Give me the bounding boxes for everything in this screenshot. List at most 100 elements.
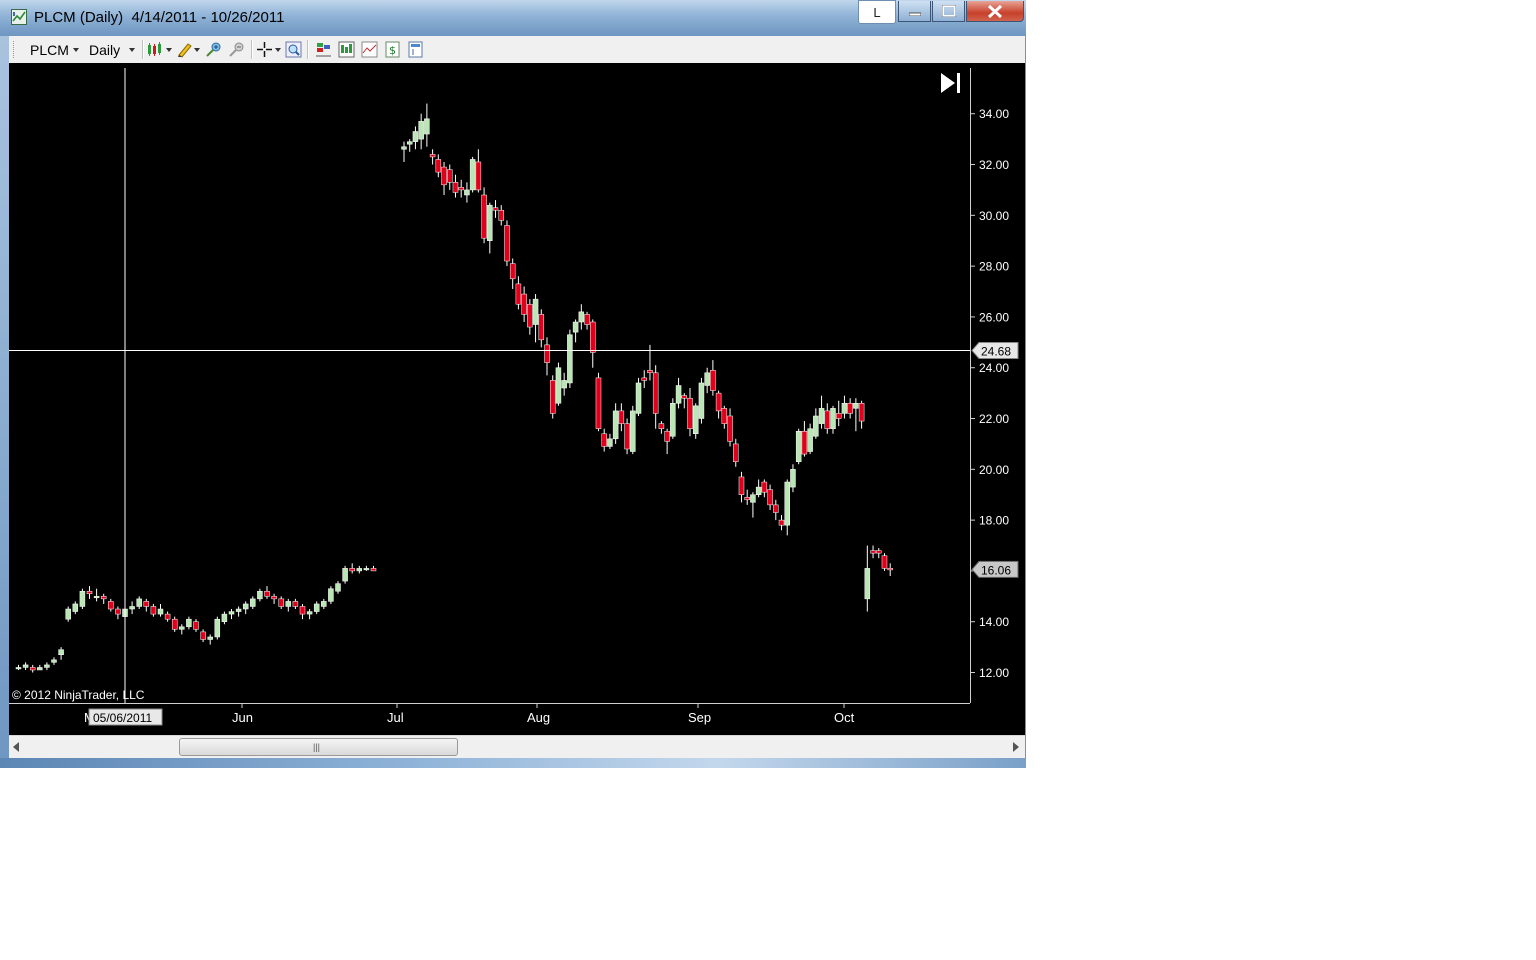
candle-body — [306, 611, 313, 615]
app-window: PLCM (Daily) 4/14/2011 - 10/26/2011 L PL… — [0, 0, 1026, 768]
candle-body — [670, 403, 676, 437]
l-button[interactable]: L — [858, 0, 896, 24]
candle-body — [424, 118, 430, 135]
window-frame-bottom — [0, 758, 1026, 768]
candle-body — [710, 370, 716, 391]
candle-body — [784, 481, 790, 526]
candle-body — [235, 608, 242, 612]
x-tick-label: Sep — [688, 710, 711, 725]
zoom-out-icon[interactable] — [228, 41, 245, 58]
candle-body — [321, 601, 327, 607]
candle-body — [349, 568, 355, 572]
magnifier-icon[interactable] — [285, 41, 302, 58]
candle-body — [292, 601, 299, 607]
last-price-label: 16.06 — [981, 563, 1011, 577]
candle-body — [509, 263, 516, 280]
dollar-icon[interactable]: $ — [384, 41, 401, 58]
scroll-thumb[interactable]: ||| — [179, 738, 458, 756]
candle-body — [601, 433, 607, 447]
crosshair-dropdown-icon[interactable] — [275, 48, 281, 52]
minimize-button[interactable] — [898, 1, 931, 22]
drawing-tools-dropdown-icon[interactable] — [194, 48, 200, 52]
strategies-icon[interactable] — [315, 41, 332, 58]
candle-body — [313, 603, 320, 612]
y-tick-label: 22.00 — [979, 412, 1009, 426]
toolbar-grip[interactable] — [13, 41, 16, 58]
instrument-dropdown-icon[interactable] — [73, 48, 79, 52]
zoom-in-icon[interactable] — [205, 41, 222, 58]
scroll-left-arrow-icon[interactable] — [13, 742, 19, 752]
indicators-icon[interactable] — [338, 41, 355, 58]
y-tick-label: 30.00 — [979, 209, 1009, 223]
candle-body — [207, 636, 213, 640]
crosshair-icon[interactable] — [256, 41, 273, 58]
price-chart[interactable]: 12.0014.0016.0018.0020.0022.0024.0026.00… — [9, 63, 1025, 735]
candle-body — [818, 408, 825, 424]
candle-body — [441, 166, 447, 186]
title-bar[interactable]: PLCM (Daily) 4/14/2011 - 10/26/2011 L — [0, 0, 1026, 36]
candle-body — [561, 380, 567, 389]
candle-body — [841, 403, 848, 414]
interval-selector[interactable]: Daily — [89, 42, 120, 58]
toolbar-separator — [307, 40, 309, 59]
candle-body — [115, 608, 121, 615]
scroll-right-arrow-icon[interactable] — [1013, 742, 1019, 752]
y-tick-label: 28.00 — [979, 260, 1009, 274]
candle-body — [406, 141, 413, 145]
interval-dropdown-icon[interactable] — [129, 48, 135, 52]
chart-style-dropdown-icon[interactable] — [166, 48, 172, 52]
copyright-text: © 2012 NinjaTrader, LLC — [12, 688, 145, 702]
instrument-selector[interactable]: PLCM — [30, 42, 69, 58]
candle-body — [641, 377, 647, 381]
candle-body — [687, 397, 693, 429]
candle-body — [214, 618, 221, 638]
candle-body — [807, 428, 813, 452]
crosshair-price-label: 24.68 — [981, 344, 1011, 358]
candle-body — [795, 430, 802, 462]
candle-body — [51, 659, 57, 663]
candle-body — [755, 486, 762, 495]
candle-body — [65, 608, 71, 620]
candle-body — [487, 204, 493, 241]
candle-body — [342, 568, 348, 582]
candle-body — [285, 601, 292, 607]
y-tick-label: 18.00 — [979, 514, 1009, 528]
candle-body — [79, 590, 86, 607]
candle-body — [595, 377, 602, 429]
candle-body — [824, 410, 831, 429]
candle-body — [692, 405, 699, 435]
y-tick-label: 12.00 — [979, 666, 1009, 680]
candle-body — [15, 667, 22, 670]
candle-body — [544, 344, 550, 363]
drawing-tools-icon[interactable] — [176, 41, 193, 58]
candle-body — [412, 131, 419, 142]
candle-body — [721, 408, 728, 424]
candle-body — [612, 410, 619, 440]
candle-body — [698, 382, 705, 419]
candle-body — [715, 392, 722, 412]
y-tick-label: 20.00 — [979, 463, 1009, 477]
maximize-button[interactable] — [932, 1, 965, 22]
candle-body — [864, 568, 871, 600]
candle-body — [761, 481, 768, 493]
candle-body — [549, 380, 556, 414]
window-title: PLCM (Daily) 4/14/2011 - 10/26/2011 — [34, 9, 285, 26]
horizontal-scrollbar[interactable]: ||| — [9, 735, 1025, 759]
close-button[interactable] — [966, 1, 1024, 22]
candle-body — [458, 187, 464, 191]
data-series-icon[interactable] — [361, 41, 378, 58]
chart-style-icon[interactable] — [147, 41, 164, 58]
candle-body — [790, 469, 796, 488]
chart-panel[interactable]: 12.0014.0016.0018.0020.0022.0024.0026.00… — [9, 63, 1025, 735]
properties-icon[interactable] — [407, 41, 424, 58]
skip-to-end-icon[interactable] — [941, 73, 960, 93]
candle-body — [37, 667, 43, 671]
candle-body — [813, 415, 819, 437]
candle-body — [835, 413, 842, 419]
candle-body — [271, 596, 277, 600]
candle-body — [179, 626, 185, 630]
candle-body — [618, 410, 625, 424]
candle-body — [635, 382, 642, 414]
candle-body — [658, 423, 665, 429]
candle-body — [29, 667, 36, 671]
